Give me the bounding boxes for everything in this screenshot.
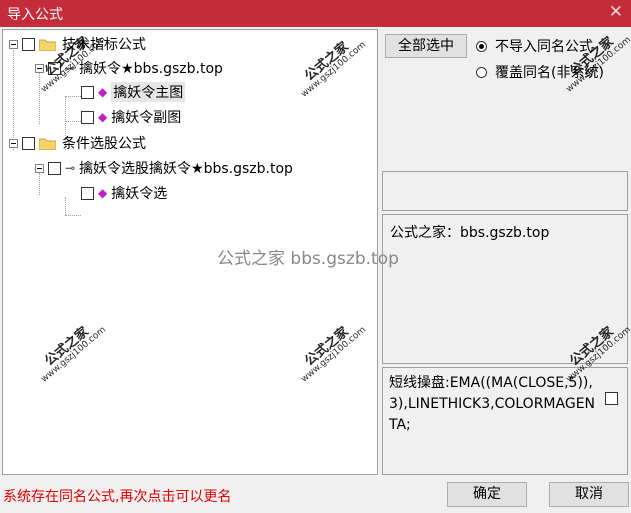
tree-label: 擒妖令★bbs.gszb.top <box>79 61 223 77</box>
tree-label: 擒妖令选股擒妖令★bbs.gszb.top <box>79 161 293 177</box>
title-bar: 导入公式 ✕ <box>0 0 631 27</box>
tree-line <box>65 215 81 216</box>
radio-dot[interactable] <box>476 66 487 78</box>
tree-node-formula[interactable]: ⊸ 擒妖令选股擒妖令★bbs.gszb.top <box>35 158 293 178</box>
checkbox[interactable] <box>81 186 94 200</box>
tree-label: 擒妖令主图 <box>111 82 186 102</box>
tree-line <box>65 121 81 122</box>
folder-icon <box>39 138 56 150</box>
radio-label: 不导入同名公式 <box>495 39 593 55</box>
window-title: 导入公式 <box>7 7 63 23</box>
tree-node-leaf[interactable]: ◆ 擒妖令选 <box>81 183 167 203</box>
folder-icon <box>39 39 56 51</box>
status-message: 系统存在同名公式,再次点击可以更名 <box>3 489 232 505</box>
checkbox[interactable] <box>81 85 94 99</box>
collapse-icon[interactable] <box>35 163 44 173</box>
diamond-icon: ◆ <box>98 186 108 200</box>
tree-line <box>65 96 81 97</box>
tree-line <box>65 197 66 215</box>
collapse-icon[interactable] <box>9 39 18 49</box>
diamond-icon: ◆ <box>98 110 108 124</box>
collapse-icon[interactable] <box>9 138 18 148</box>
radio-skip-duplicates[interactable]: 不导入同名公式 <box>476 36 593 56</box>
diamond-icon: ◆ <box>98 85 108 99</box>
description-box <box>382 171 628 211</box>
tree-node-screening[interactable]: 条件选股公式 <box>9 133 146 153</box>
site-text: 公式之家：bbs.gszb.top <box>390 225 550 241</box>
close-icon[interactable]: ✕ <box>609 2 623 22</box>
tree-label: 擒妖令副图 <box>111 110 182 126</box>
code-panel[interactable]: 短线操盘:EMA((MA(CLOSE,5)),3),LINETHICK3,COL… <box>382 367 628 475</box>
tree-node-leaf[interactable]: ◆ 擒妖令主图 <box>81 82 186 102</box>
code-checkbox[interactable] <box>605 392 618 405</box>
key-icon: ⊸ <box>65 161 76 175</box>
checkbox[interactable] <box>22 37 35 51</box>
ok-button[interactable]: 确定 <box>447 482 527 507</box>
select-all-button[interactable]: 全部选中 <box>385 34 467 58</box>
checkbox[interactable] <box>22 136 35 150</box>
radio-dot[interactable] <box>476 40 487 52</box>
checkbox[interactable] <box>48 161 61 175</box>
tree-label: 条件选股公式 <box>62 136 146 152</box>
tree-node-leaf[interactable]: ◆ 擒妖令副图 <box>81 107 181 127</box>
tree-label: 擒妖令选 <box>111 186 168 202</box>
cancel-button[interactable]: 取消 <box>549 482 629 507</box>
watermark-center: 公式之家 bbs.gszb.top <box>217 249 399 269</box>
checkbox[interactable] <box>81 110 94 124</box>
